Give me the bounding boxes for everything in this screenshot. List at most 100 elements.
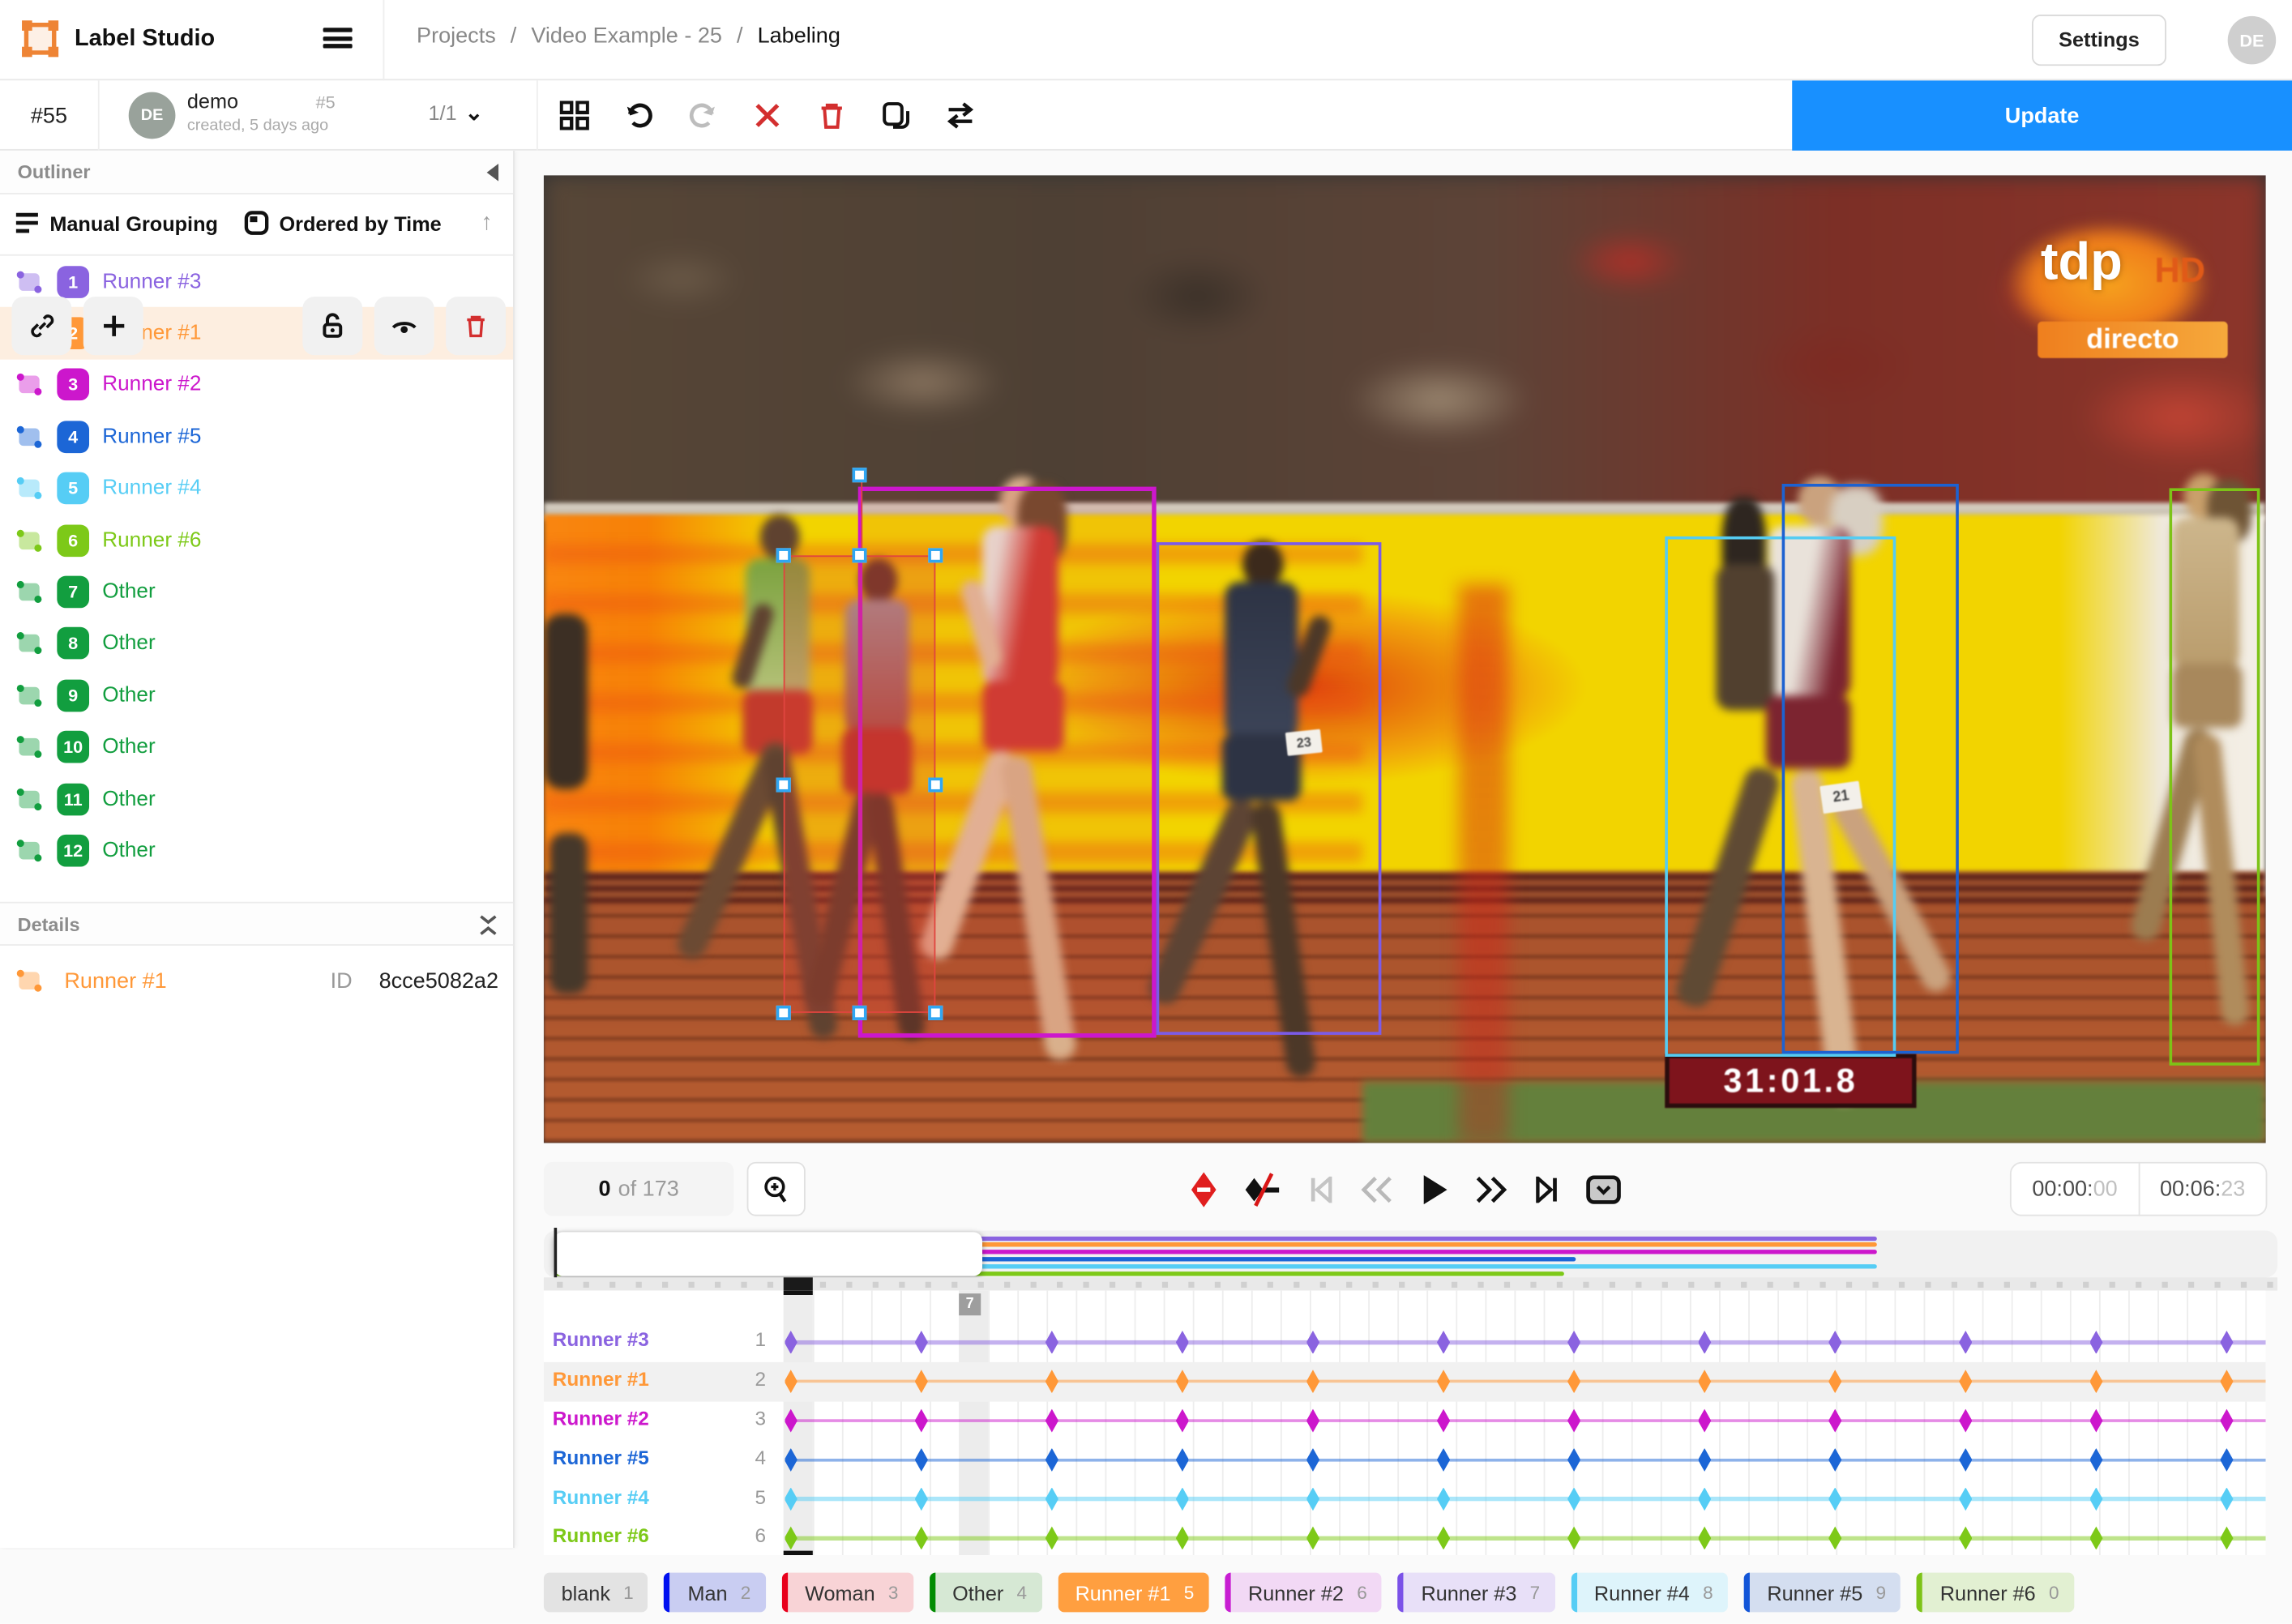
keyframe-diamond[interactable] [915,1331,928,1354]
keyframe-diamond[interactable] [1698,1487,1711,1511]
redo-icon[interactable] [688,100,717,130]
frame-counter[interactable]: 0 of 173 [544,1162,733,1216]
relation-button[interactable] [11,297,71,355]
label-button[interactable]: Other4 [929,1573,1041,1613]
label-button[interactable]: Runner #37 [1398,1573,1555,1613]
breadcrumb-project[interactable]: Video Example - 25 [531,24,722,49]
timeline-ruler[interactable] [544,1277,2277,1290]
track-label[interactable]: Runner #1 [553,1369,649,1391]
keyframe-diamond[interactable] [2089,1409,2102,1433]
keyframe-diamond[interactable] [1698,1527,1711,1550]
keyframe-diamond[interactable] [2220,1448,2233,1472]
track-label[interactable]: Runner #6 [553,1525,649,1547]
keyframe-diamond[interactable] [1306,1527,1319,1550]
resize-handle[interactable] [776,777,791,792]
keyframe-diamond[interactable] [2220,1487,2233,1511]
keyframe-diamond[interactable] [1306,1448,1319,1472]
region-item[interactable]: 4 Runner #5 [0,411,513,463]
play-icon[interactable] [1421,1174,1447,1203]
resize-handle[interactable] [776,548,791,562]
keyframe-diamond[interactable] [1959,1527,1972,1550]
undo-icon[interactable] [624,100,653,130]
brand[interactable]: Label Studio [20,19,215,58]
keyframe-diamond[interactable] [1567,1409,1580,1433]
keyframe-diamond[interactable] [1176,1487,1189,1511]
keyframe-diamond[interactable] [2220,1527,2233,1550]
grid-view-icon[interactable] [560,100,589,130]
keyframe-diamond[interactable] [1959,1448,1972,1472]
grouping-select[interactable]: Manual Grouping [15,211,218,236]
keyframe-remove-icon[interactable] [1191,1172,1217,1207]
track-label[interactable]: Runner #5 [553,1447,649,1468]
keyframe-diamond[interactable] [1306,1487,1319,1511]
keyframe-diamond[interactable] [1828,1448,1841,1472]
keyframe-diamond[interactable] [1828,1527,1841,1550]
swap-icon[interactable] [946,100,975,130]
resize-handle[interactable] [928,777,943,792]
label-button[interactable]: Runner #60 [1917,1573,2074,1613]
resize-handle[interactable] [928,548,943,562]
rewind-icon[interactable] [1361,1176,1393,1202]
bounding-box-runner-3[interactable] [1157,542,1382,1035]
keyframe-diamond[interactable] [915,1487,928,1511]
label-button[interactable]: Man2 [665,1573,766,1613]
keyframe-diamond[interactable] [1698,1331,1711,1354]
keyframe-diamond[interactable] [1828,1487,1841,1511]
keyframe-diamond[interactable] [915,1448,928,1472]
keyframe-diamond[interactable] [1959,1331,1972,1354]
region-item[interactable]: 7 Other [0,566,513,618]
timeline-config-icon[interactable] [1586,1174,1621,1203]
keyframe-diamond[interactable] [1176,1331,1189,1354]
keyframe-diamond[interactable] [1437,1409,1450,1433]
keyframe-diamond[interactable] [1176,1448,1189,1472]
region-item[interactable]: 3 Runner #2 [0,359,513,411]
keyframe-diamond[interactable] [1437,1487,1450,1511]
keyframe-diamond[interactable] [1176,1409,1189,1433]
keyframe-diamond[interactable] [2089,1331,2102,1354]
lock-region-button[interactable] [302,297,362,355]
track-label[interactable]: Runner #2 [553,1408,649,1430]
keyframe-diamond[interactable] [1828,1409,1841,1433]
delete-region-button[interactable] [446,297,506,355]
ordering-select[interactable]: Ordered by Time [244,211,442,236]
keyframe-diamond[interactable] [2089,1527,2102,1550]
keyframe-diamond[interactable] [1567,1331,1580,1354]
region-item[interactable]: 6 Runner #6 [0,515,513,566]
label-button[interactable]: Runner #15 [1058,1573,1208,1613]
collapse-details-icon[interactable] [478,913,498,937]
track-label[interactable]: Runner #3 [553,1329,649,1351]
keyframe-diamond[interactable] [1567,1487,1580,1511]
region-item[interactable]: 11 Other [0,773,513,825]
fast-forward-icon[interactable] [1475,1176,1507,1202]
resize-handle[interactable] [852,1006,866,1020]
label-button[interactable]: blank1 [544,1573,648,1613]
keyframe-diamond[interactable] [1437,1448,1450,1472]
keyframe-diamond[interactable] [1176,1527,1189,1550]
label-button[interactable]: Runner #26 [1225,1573,1382,1613]
last-frame-icon[interactable] [1535,1176,1559,1202]
region-item[interactable]: 9 Other [0,669,513,721]
keyframe-diamond[interactable] [1306,1331,1319,1354]
add-meta-button[interactable] [83,297,143,355]
label-button[interactable]: Runner #48 [1571,1573,1728,1613]
keyframe-diamond[interactable] [1567,1527,1580,1550]
delete-icon[interactable] [817,100,846,130]
resize-handle[interactable] [928,1006,943,1020]
keyframe-diamond[interactable] [1306,1409,1319,1433]
region-item[interactable]: 10 Other [0,721,513,773]
keyframe-diamond[interactable] [1698,1448,1711,1472]
keyframe-diamond[interactable] [2089,1448,2102,1472]
resize-handle[interactable] [776,1006,791,1020]
region-item[interactable]: 8 Other [0,618,513,669]
keyframe-diamond[interactable] [2220,1331,2233,1354]
reject-icon[interactable] [753,100,782,130]
resize-handle[interactable] [852,548,866,562]
keyframe-diamond[interactable] [2220,1409,2233,1433]
keyframe-diamond[interactable] [1437,1331,1450,1354]
keyframe-diamond[interactable] [1437,1527,1450,1550]
keyframe-diamond[interactable] [1959,1409,1972,1433]
track-label[interactable]: Runner #4 [553,1486,649,1508]
rotate-handle[interactable] [852,468,866,482]
chevron-down-icon[interactable]: ⌄ [465,100,484,126]
collapse-panel-icon[interactable] [487,164,498,182]
